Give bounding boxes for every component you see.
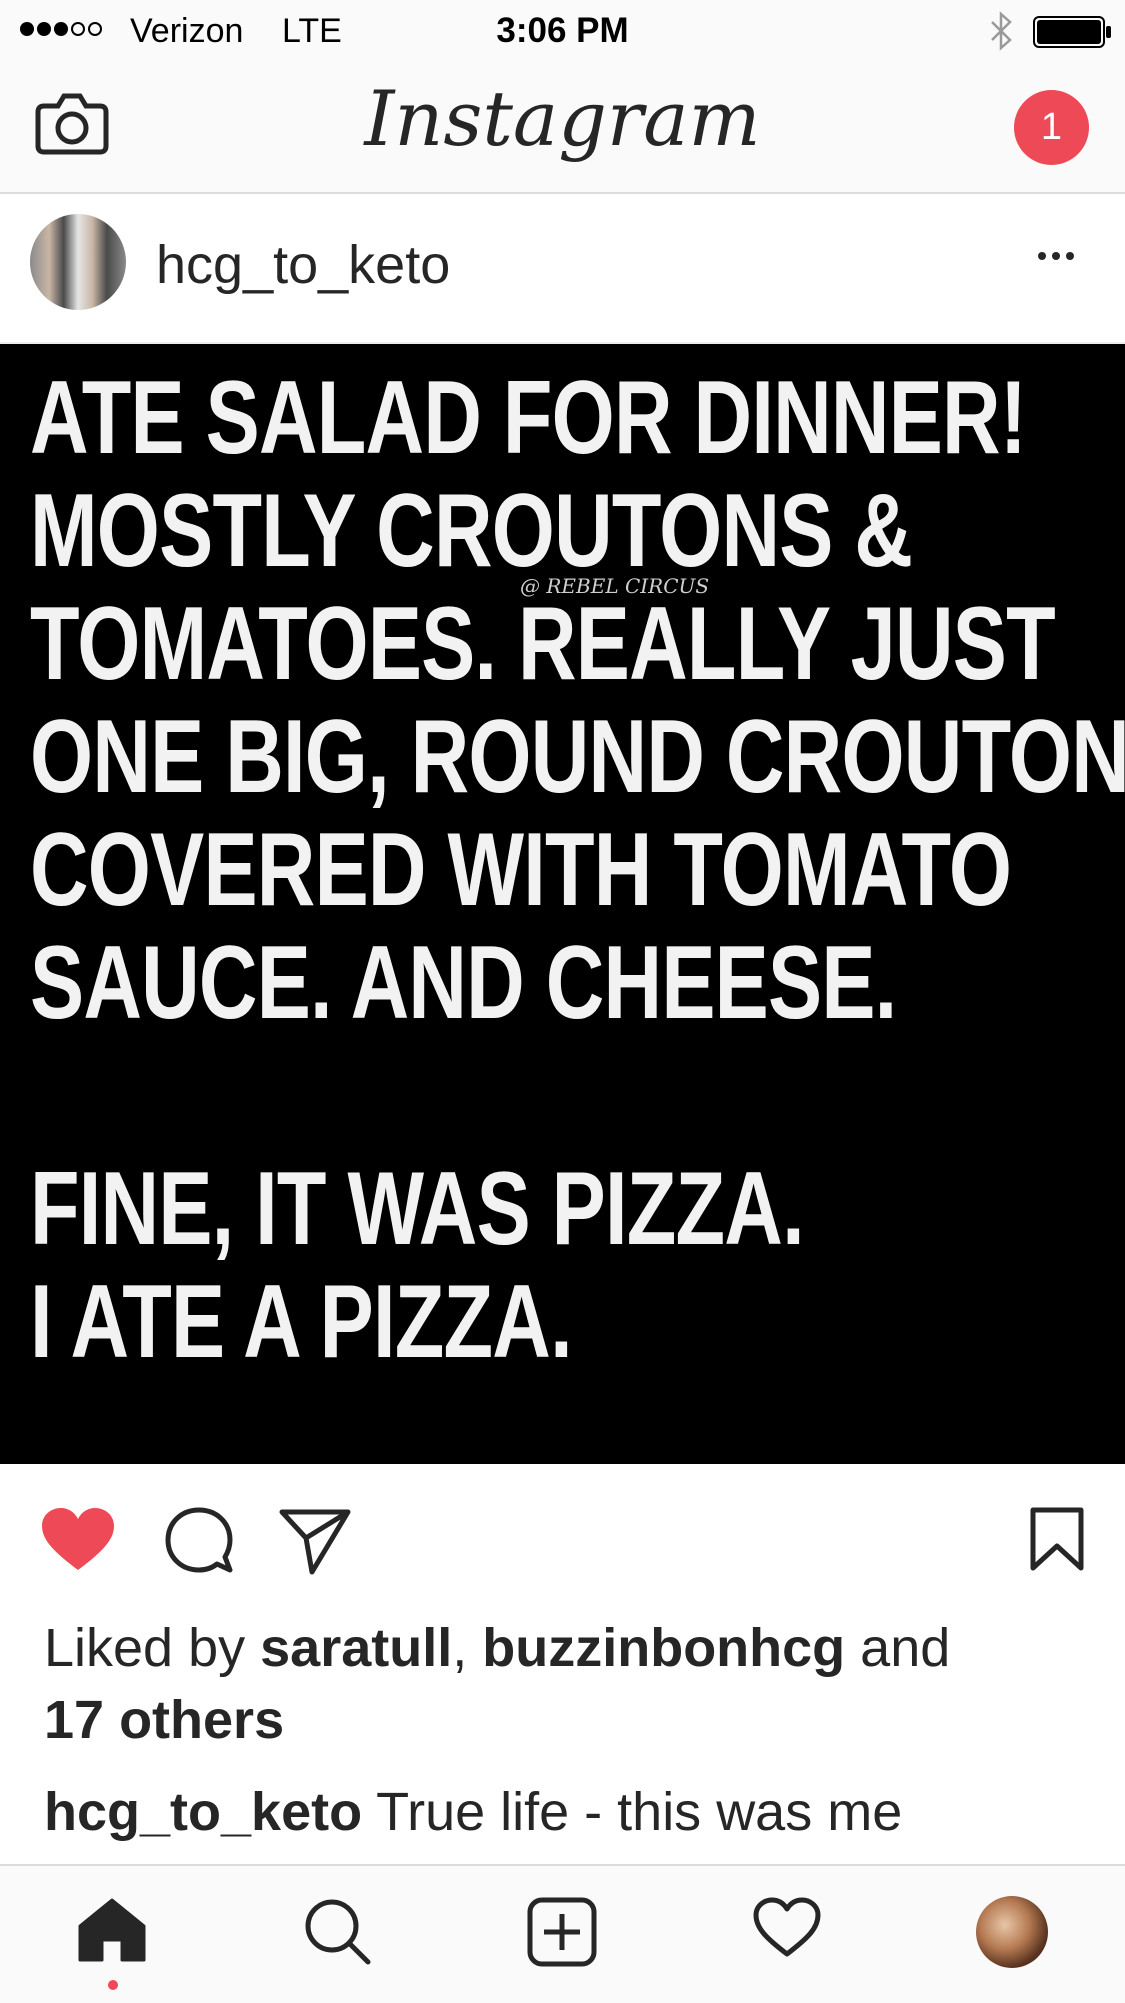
activity-heart-icon	[753, 1897, 821, 1957]
post-caption: hcg_to_keto True life - this was me	[44, 1776, 1084, 1866]
caption-username[interactable]: hcg_to_keto	[44, 1782, 362, 1842]
share-icon	[279, 1509, 351, 1575]
status-bar: Verizon LTE 3:06 PM	[0, 0, 1125, 62]
image-watermark: @ REBEL CIRCUS	[520, 574, 710, 598]
more-icon	[1038, 252, 1046, 260]
battery-icon	[1033, 16, 1111, 48]
user-avatar[interactable]	[30, 214, 126, 310]
likes-separator: ,	[452, 1618, 483, 1678]
image-text-line: I ATE A PIZZA.	[30, 1264, 573, 1380]
image-text-line: COVERED WITH TOMATO	[30, 812, 1012, 928]
more-options-button[interactable]	[1038, 252, 1074, 260]
likes-summary: Liked by saratull, buzzinbonhcg and 17 ot…	[44, 1612, 1084, 1756]
heart-icon	[42, 1508, 114, 1570]
image-text-line: ATE SALAD FOR DINNER!	[30, 360, 1027, 476]
tab-profile-avatar[interactable]	[976, 1896, 1048, 1968]
bookmark-icon	[1030, 1507, 1084, 1571]
tab-activity[interactable]	[752, 1896, 822, 1965]
notification-badge[interactable]: 1	[1014, 90, 1089, 165]
tab-home[interactable]	[76, 1896, 148, 1969]
post-username[interactable]: hcg_to_keto	[156, 234, 450, 296]
caption-text: True life - this was me	[362, 1782, 903, 1842]
new-post-icon	[527, 1897, 597, 1967]
search-icon	[305, 1899, 371, 1965]
liker-link[interactable]: saratull	[260, 1618, 452, 1678]
comment-button[interactable]	[164, 1506, 234, 1581]
image-text-line: TOMATOES. REALLY JUST	[30, 586, 1056, 702]
bottom-tab-bar	[0, 1864, 1125, 2003]
tab-search[interactable]	[302, 1896, 374, 1973]
others-likes-link[interactable]: 17 others	[44, 1690, 284, 1750]
image-text-line: MOSTLY CROUTONS &	[30, 473, 913, 589]
status-time: 3:06 PM	[496, 11, 629, 50]
likes-connector: and	[845, 1618, 951, 1678]
comment-icon	[165, 1507, 233, 1573]
image-text-line: FINE, IT WAS PIZZA.	[30, 1151, 805, 1267]
post-actions	[0, 1466, 1125, 1616]
home-indicator-dot	[108, 1980, 118, 1990]
image-text-line: ONE BIG, ROUND CROUTON	[30, 699, 1125, 815]
instagram-logo: Instagram	[364, 74, 761, 163]
home-icon	[78, 1898, 146, 1962]
save-button[interactable]	[1028, 1506, 1086, 1577]
share-button[interactable]	[278, 1506, 352, 1581]
bluetooth-icon	[991, 11, 1012, 51]
liker-link[interactable]: buzzinbonhcg	[482, 1618, 845, 1678]
likes-prefix: Liked by	[44, 1618, 261, 1678]
image-text-line	[30, 1040, 872, 1153]
tab-new-post[interactable]	[526, 1896, 598, 1973]
top-nav: Instagram 1	[0, 62, 1125, 194]
image-text-line: SAUCE. AND CHEESE.	[30, 925, 897, 1041]
post-image-text: ATE SALAD FOR DINNER! MOSTLY CROUTONS & …	[30, 360, 1125, 1380]
post-image[interactable]: ATE SALAD FOR DINNER! MOSTLY CROUTONS & …	[0, 344, 1125, 1464]
like-button[interactable]	[40, 1506, 116, 1579]
post-header: hcg_to_keto	[0, 194, 1125, 344]
